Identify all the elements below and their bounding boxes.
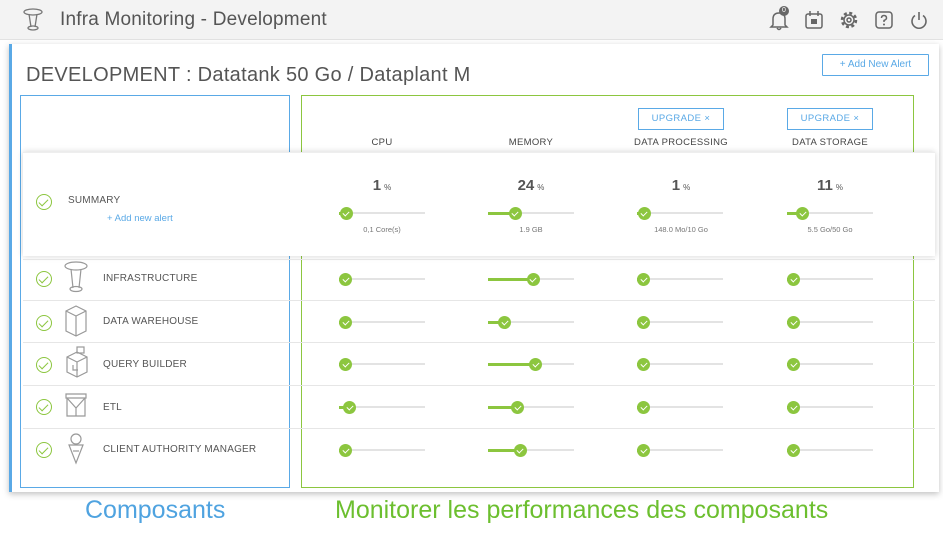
- row-divider: [23, 385, 935, 386]
- component-2-processing-usage-slider: [637, 316, 723, 329]
- component-5-cpu-usage-slider: [339, 444, 425, 457]
- power-icon[interactable]: [907, 8, 931, 32]
- summary-cpu-percent: 1%: [372, 177, 392, 194]
- notification-badge: 0: [779, 6, 789, 16]
- components-caption: Composants: [85, 496, 226, 524]
- status-ok-check-icon: [343, 401, 357, 414]
- summary-memory-percent: 24%: [517, 177, 545, 194]
- status-ok-check-icon: [339, 444, 352, 457]
- component-3-memory-usage-slider: [488, 358, 574, 371]
- component-5-memory-usage-slider: [488, 444, 574, 457]
- column-header-cpu: CPU: [371, 137, 393, 148]
- row-divider: [23, 342, 935, 343]
- component-4-memory-usage-slider: [488, 401, 574, 414]
- component-3-cpu-usage-slider: [339, 358, 425, 371]
- etl-icon: [65, 393, 87, 417]
- status-ok-check-icon: [339, 273, 352, 286]
- status-ok-check-icon: [529, 358, 543, 371]
- status-ok-check-icon: [637, 316, 650, 329]
- query-builder-status-check-icon: [36, 357, 52, 373]
- column-header-data-processing: DATA PROCESSING: [634, 137, 728, 148]
- infrastructure-icon: [64, 261, 88, 293]
- summary-status-check-icon: [36, 194, 52, 210]
- row-divider: [23, 428, 935, 429]
- component-5-processing-usage-slider: [637, 444, 723, 457]
- component-4-processing-usage-slider: [637, 401, 723, 414]
- calendar-icon[interactable]: [802, 8, 826, 32]
- summary-row: [23, 152, 935, 256]
- status-ok-check-icon: [637, 401, 650, 414]
- component-1-storage-usage-slider: [787, 273, 873, 286]
- component-2-memory-usage-slider: [488, 316, 574, 329]
- component-3-storage-usage-slider: [787, 358, 873, 371]
- upgrade-storage-button[interactable]: UPGRADE ×: [787, 108, 873, 130]
- bell-icon[interactable]: 0: [767, 6, 791, 32]
- status-ok-check-icon: [787, 316, 800, 329]
- row-divider: [23, 259, 935, 260]
- summary-processing-detail: 148.0 Mo/10 Go: [654, 225, 708, 234]
- component-1-memory-usage-slider: [488, 273, 574, 286]
- status-ok-check-icon: [796, 207, 810, 220]
- status-ok-check-icon: [637, 207, 651, 220]
- summary-storage-percent: 11%: [817, 177, 843, 194]
- summary-processing-percent: 1%: [671, 177, 691, 194]
- infrastructure-status-check-icon: [36, 271, 52, 287]
- monitoring-caption: Monitorer les performances des composant…: [335, 496, 829, 524]
- component-2-storage-usage-slider: [787, 316, 873, 329]
- status-ok-check-icon: [339, 316, 352, 329]
- status-ok-check-icon: [637, 444, 650, 457]
- component-1-processing-usage-slider: [637, 273, 723, 286]
- client-authority-status-check-icon: [36, 442, 52, 458]
- infra-logo-icon: [23, 8, 43, 31]
- query-builder-icon: [66, 346, 88, 378]
- row-divider: [23, 300, 935, 301]
- component-5-storage-usage-slider: [787, 444, 873, 457]
- status-ok-check-icon: [513, 444, 527, 457]
- top-bar: Infra Monitoring - Development 0: [0, 0, 943, 40]
- client-authority-icon: [68, 433, 84, 465]
- app-title: Infra Monitoring - Development: [60, 9, 327, 30]
- summary-storage-detail: 5.5 Go/50 Go: [807, 225, 853, 234]
- data-warehouse-status-check-icon: [36, 315, 52, 331]
- etl-status-check-icon: [36, 399, 52, 415]
- status-ok-check-icon: [787, 358, 800, 371]
- help-icon[interactable]: [872, 8, 896, 32]
- gear-icon[interactable]: [837, 8, 861, 32]
- status-ok-check-icon: [508, 207, 522, 220]
- status-ok-check-icon: [637, 358, 650, 371]
- summary-memory-detail: 1.9 GB: [519, 225, 543, 234]
- component-2-cpu-usage-slider: [339, 316, 425, 329]
- component-label-client-authority-manager: CLIENT AUTHORITY MANAGER: [103, 444, 257, 455]
- status-ok-check-icon: [787, 444, 800, 457]
- status-ok-check-icon: [498, 316, 512, 329]
- summary-cpu-usage-slider: [339, 207, 425, 220]
- status-ok-check-icon: [787, 401, 800, 414]
- status-ok-check-icon: [339, 207, 353, 220]
- summary-memory-usage-slider: [488, 207, 574, 220]
- column-header-memory: MEMORY: [508, 137, 554, 148]
- status-ok-check-icon: [526, 273, 540, 286]
- summary-label: SUMMARY: [68, 195, 121, 206]
- header-icons: 0: [767, 6, 931, 32]
- component-1-cpu-usage-slider: [339, 273, 425, 286]
- component-label-etl: ETL: [103, 402, 122, 413]
- status-ok-check-icon: [787, 273, 800, 286]
- component-4-cpu-usage-slider: [339, 401, 425, 414]
- status-ok-check-icon: [637, 273, 650, 286]
- component-3-processing-usage-slider: [637, 358, 723, 371]
- summary-storage-usage-slider: [787, 207, 873, 220]
- data-warehouse-icon: [65, 305, 87, 337]
- status-ok-check-icon: [511, 401, 525, 414]
- summary-add-alert-link[interactable]: + Add new alert: [107, 213, 173, 224]
- summary-processing-usage-slider: [637, 207, 723, 220]
- status-ok-check-icon: [339, 358, 352, 371]
- upgrade-processing-button[interactable]: UPGRADE ×: [638, 108, 724, 130]
- component-label-query-builder: QUERY BUILDER: [103, 359, 187, 370]
- column-header-data-storage: DATA STORAGE: [792, 137, 868, 148]
- component-4-storage-usage-slider: [787, 401, 873, 414]
- monitoring-area: UPGRADE × UPGRADE × CPU MEMORY DATA PROC…: [9, 44, 939, 492]
- component-label-infrastructure: INFRASTRUCTURE: [103, 273, 198, 284]
- summary-cpu-detail: 0,1 Core(s): [363, 225, 401, 234]
- component-label-data-warehouse: DATA WAREHOUSE: [103, 316, 199, 327]
